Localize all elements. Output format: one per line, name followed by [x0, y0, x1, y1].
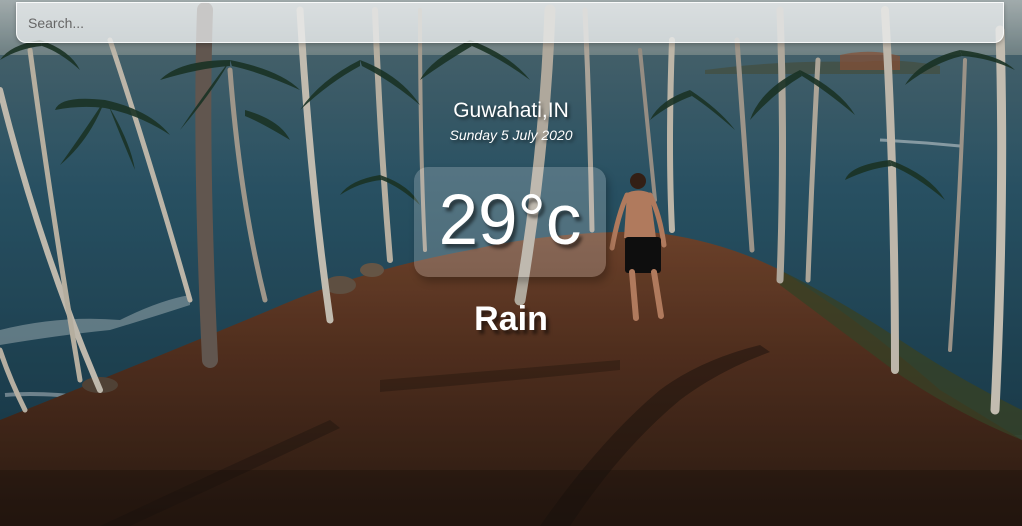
weather-condition: Rain: [474, 300, 548, 338]
weather-app: Guwahati,IN Sunday 5 July 2020 29°c Rain: [0, 0, 1022, 526]
temperature-value: 29°c: [438, 181, 582, 260]
date-label: Sunday 5 July 2020: [449, 127, 573, 143]
location-label: Guwahati,IN: [453, 99, 569, 122]
search-input[interactable]: [16, 2, 1004, 43]
temperature-card: 29°c: [414, 167, 606, 277]
